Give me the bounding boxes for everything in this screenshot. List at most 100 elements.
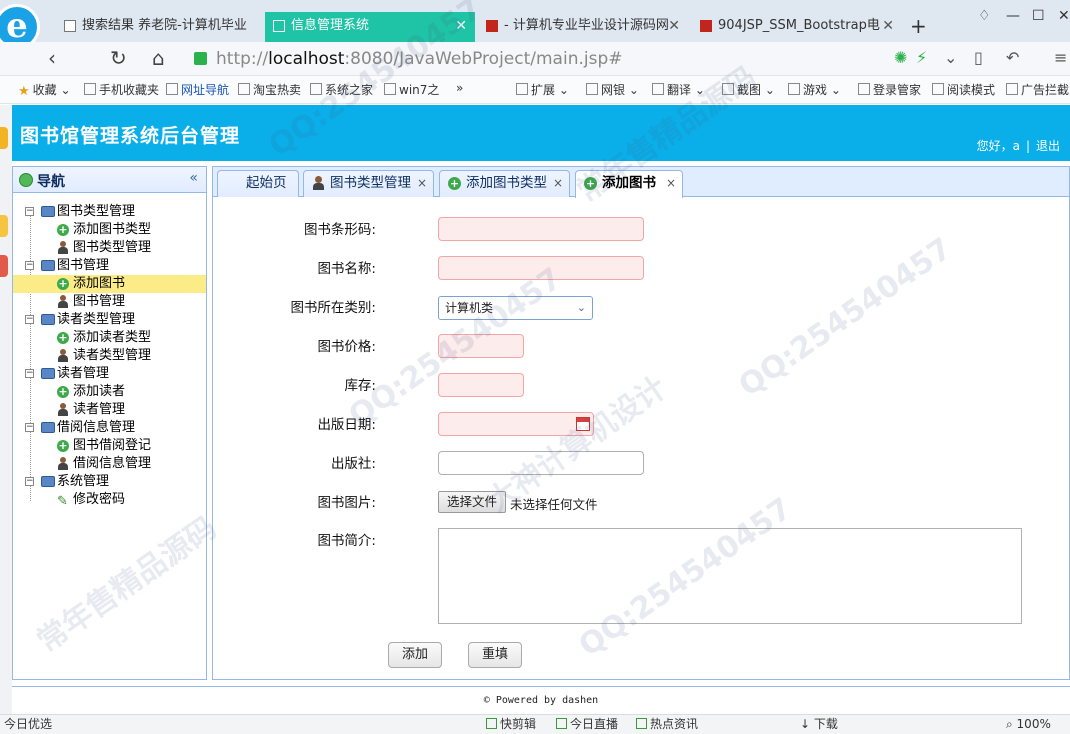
refresh-icon[interactable]: ↻ — [110, 46, 127, 70]
bookmark-screenshot[interactable]: 截图 ⌄ — [722, 81, 775, 98]
tree-group-book-type[interactable]: − 图书类型管理 — [13, 203, 206, 221]
bookmark-bank[interactable]: 网银 ⌄ — [586, 81, 639, 98]
choose-file-button[interactable]: 选择文件 — [438, 491, 507, 513]
add-icon: + — [57, 385, 69, 398]
browser-tab-2[interactable]: 信息管理系统 ✕ — [265, 12, 475, 42]
close-tab-icon[interactable]: ✕ — [455, 12, 467, 40]
reset-button[interactable]: 重填 — [468, 642, 522, 668]
close-tab-icon[interactable]: × — [666, 171, 676, 196]
tab-home[interactable]: 起始页 — [217, 170, 299, 197]
price-input[interactable] — [438, 334, 524, 358]
user-icon — [57, 295, 69, 308]
tree-item-add-book-type[interactable]: + 添加图书类型 — [13, 221, 206, 239]
phone-icon[interactable]: ▯ — [974, 48, 983, 67]
back-icon[interactable]: ‹ — [48, 46, 56, 70]
download-icon: ↓ — [800, 717, 814, 731]
close-tab-icon[interactable]: × — [417, 171, 427, 196]
bookmark-more[interactable]: » — [456, 81, 463, 95]
tree-group-reader-type[interactable]: − 读者类型管理 — [13, 311, 206, 329]
minimize-icon[interactable]: — — [1006, 8, 1020, 24]
close-window-icon[interactable]: ✕ — [1058, 8, 1070, 24]
bookmark-mobile[interactable]: 手机收藏夹 — [84, 81, 159, 98]
tab-add-book[interactable]: + 添加图书 × — [575, 170, 683, 198]
app-footer: © Powered by dashen — [12, 686, 1070, 712]
collapse-toggle-icon[interactable]: − — [25, 423, 34, 432]
category-select[interactable]: 计算机类 ⌄ — [438, 296, 593, 320]
side-widget-icon[interactable] — [0, 215, 8, 237]
bookmark-win7[interactable]: win7之 — [384, 81, 439, 98]
doc-icon — [310, 83, 322, 95]
bookmark-translate[interactable]: 翻译 ⌄ — [652, 81, 705, 98]
tab-book-type-manage[interactable]: 图书类型管理 × — [303, 170, 434, 197]
status-news[interactable]: 热点资讯 — [636, 715, 698, 734]
status-live[interactable]: 今日直播 — [556, 715, 618, 734]
publish-date-label: 出版日期: — [317, 417, 376, 433]
loading-icon[interactable]: ✺ — [894, 48, 907, 67]
play-icon — [556, 718, 567, 729]
chevron-down-icon[interactable]: ⌄ — [944, 48, 957, 67]
tree-item-book-type-manage[interactable]: 图书类型管理 — [13, 239, 206, 257]
tree-group-borrow[interactable]: − 借阅信息管理 — [13, 419, 206, 437]
tree-group-book[interactable]: − 图书管理 — [13, 257, 206, 275]
status-download[interactable]: ↓ 下载 — [800, 715, 838, 734]
book-name-input[interactable] — [438, 256, 644, 280]
status-quick-edit[interactable]: 快剪辑 — [486, 715, 536, 734]
barcode-input[interactable] — [438, 217, 644, 241]
collapse-icon[interactable]: « — [189, 170, 198, 186]
maximize-icon[interactable]: ☐ — [1032, 8, 1045, 24]
tree-item-add-reader-type[interactable]: + 添加读者类型 — [13, 329, 206, 347]
shirt-icon[interactable]: ♢ — [978, 8, 991, 24]
tree-group-reader[interactable]: − 读者管理 — [13, 365, 206, 383]
bookmark-read[interactable]: 阅读模式 — [932, 81, 995, 98]
collapse-toggle-icon[interactable]: − — [25, 477, 34, 486]
tree-item-reader-type-manage[interactable]: 读者类型管理 — [13, 347, 206, 365]
collapse-toggle-icon[interactable]: − — [25, 369, 34, 378]
close-tab-icon[interactable]: ✕ — [882, 12, 894, 40]
bookmark-adblock[interactable]: 广告拦截 — [1006, 81, 1069, 98]
tree-item-book-manage[interactable]: 图书管理 — [13, 293, 206, 311]
add-icon: + — [57, 331, 69, 344]
bookmark-taobao[interactable]: 淘宝热卖 — [238, 81, 301, 98]
collapse-toggle-icon[interactable]: − — [25, 207, 34, 216]
browser-tab-3[interactable]: - 计算机专业毕业设计源码网 ✕ — [478, 12, 688, 42]
bookmark-nav[interactable]: 网址导航 — [166, 81, 229, 98]
side-widget-icon[interactable] — [0, 127, 8, 149]
browser-tab-1[interactable]: 搜索结果 养老院-计算机毕业 — [56, 12, 261, 42]
url-field[interactable]: http://localhost:8080/JavaWebProject/mai… — [188, 47, 1008, 71]
bookmark-extensions[interactable]: 扩展 ⌄ — [516, 81, 569, 98]
side-widget-icon[interactable] — [0, 255, 8, 277]
new-tab-button[interactable]: + — [910, 14, 927, 38]
logout-link[interactable]: 退出 — [1036, 139, 1060, 153]
calendar-icon[interactable] — [576, 417, 590, 431]
bookmark-favorites[interactable]: ★ 收藏 ⌄ — [18, 81, 71, 99]
bookmark-system[interactable]: 系统之家 — [310, 81, 373, 98]
bookmark-login[interactable]: 登录管家 — [858, 81, 921, 98]
browser-tab-4[interactable]: 904JSP_SSM_Bootstrap电 ✕ — [692, 12, 902, 42]
tree-item-add-reader[interactable]: + 添加读者 — [13, 383, 206, 401]
collapse-toggle-icon[interactable]: − — [25, 315, 34, 324]
collapse-toggle-icon[interactable]: − — [25, 261, 34, 270]
bookmark-games[interactable]: 游戏 ⌄ — [788, 81, 841, 98]
side-strip — [0, 105, 12, 715]
tree-item-borrow-manage[interactable]: 借阅信息管理 — [13, 455, 206, 473]
close-tab-icon[interactable]: ✕ — [668, 12, 680, 40]
tree-item-reader-manage[interactable]: 读者管理 — [13, 401, 206, 419]
tab-add-book-type[interactable]: + 添加图书类型 × — [439, 170, 570, 197]
publish-date-input[interactable] — [438, 412, 594, 436]
user-icon — [57, 403, 69, 416]
tree-item-borrow-register[interactable]: + 图书借阅登记 — [13, 437, 206, 455]
close-tab-icon[interactable]: × — [553, 171, 563, 196]
tree-item-add-book[interactable]: + 添加图书 — [13, 275, 206, 293]
add-button[interactable]: 添加 — [388, 642, 442, 668]
lightning-icon[interactable]: ⚡ — [916, 48, 927, 67]
publisher-input[interactable] — [438, 451, 644, 475]
intro-textarea[interactable] — [438, 528, 1022, 624]
status-today-picks[interactable]: 今日优选 — [4, 715, 52, 734]
home-icon[interactable]: ⌂ — [152, 46, 165, 70]
tree-item-change-password[interactable]: ✎ 修改密码 — [13, 491, 206, 509]
undo-icon[interactable]: ↶ — [1006, 48, 1019, 67]
stock-input[interactable] — [438, 373, 524, 397]
menu-icon[interactable]: ≡ — [1054, 48, 1067, 67]
tree-group-system[interactable]: − 系统管理 — [13, 473, 206, 491]
status-zoom[interactable]: ⌕ 100% — [1006, 715, 1051, 734]
